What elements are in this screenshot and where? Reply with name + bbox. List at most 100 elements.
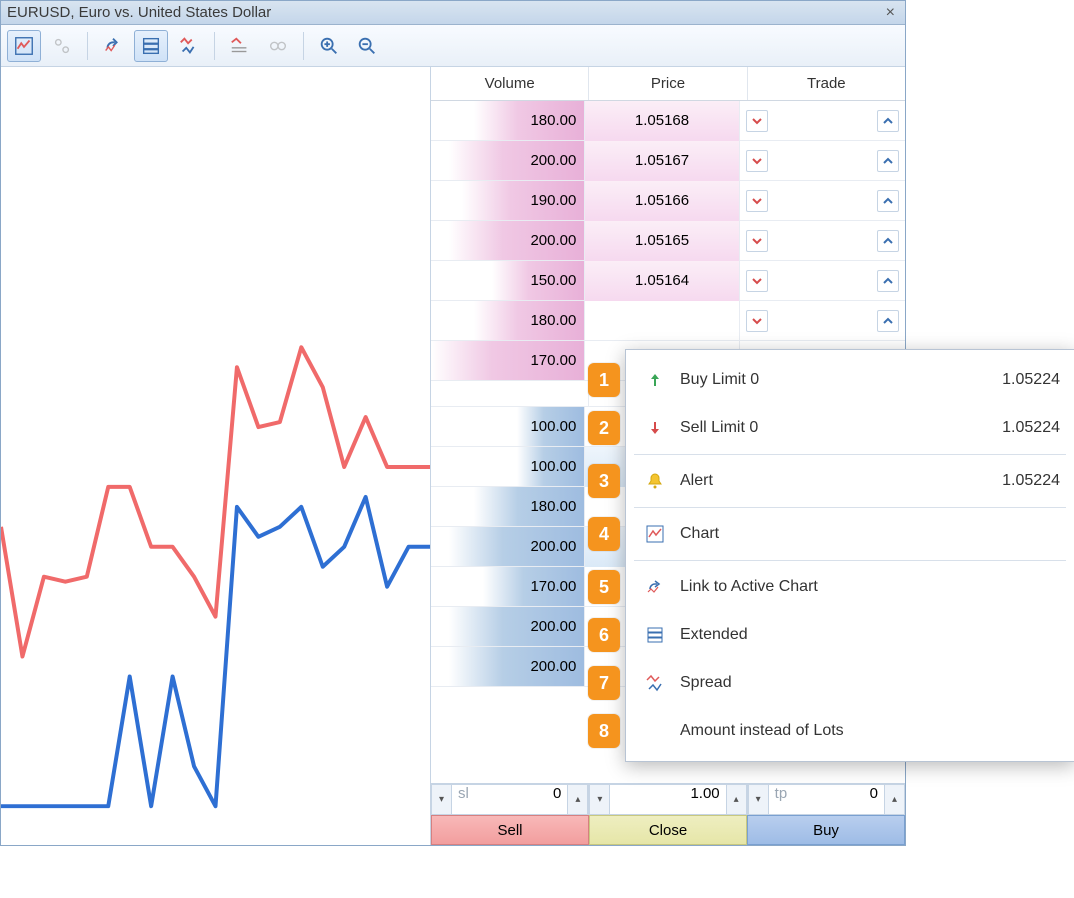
volume-bar: 200.00: [449, 607, 584, 646]
menu-label: Amount instead of Lots: [680, 722, 844, 740]
titlebar: EURUSD, Euro vs. United States Dollar ×: [1, 1, 905, 25]
menu-item-spread[interactable]: 7Spread: [626, 659, 1074, 707]
chart-toggle-button[interactable]: [7, 30, 41, 62]
link-icon: [642, 574, 668, 600]
dom-row[interactable]: 180.00: [431, 301, 905, 341]
buy-button[interactable]: Buy: [747, 815, 905, 845]
volume-bar: 150.00: [492, 261, 584, 300]
menu-label: Buy Limit 0: [680, 371, 759, 389]
zoom-out-button[interactable]: [350, 30, 384, 62]
volume-bar: 200.00: [449, 221, 584, 260]
volume-bar: 190.00: [462, 181, 585, 220]
vol-up[interactable]: ▴: [727, 784, 747, 815]
menu-item-sell-limit-0[interactable]: 2Sell Limit 01.05224: [626, 404, 1074, 452]
sell-arrow-button[interactable]: [746, 110, 768, 132]
toolbar-separator: [87, 32, 88, 60]
dom-row[interactable]: 190.001.05166: [431, 181, 905, 221]
sell-button[interactable]: Sell: [431, 815, 589, 845]
menu-item-buy-limit-0[interactable]: 1Buy Limit 01.05224: [626, 356, 1074, 404]
close-button[interactable]: ×: [882, 4, 899, 22]
dom-row[interactable]: 200.001.05165: [431, 221, 905, 261]
tick-chart-pane: [1, 67, 431, 845]
extended-button[interactable]: [134, 30, 168, 62]
menu-item-amount-instead-of-lots[interactable]: 8Amount instead of Lots: [626, 707, 1074, 755]
menu-label: Alert: [680, 472, 713, 490]
toolbar-separator: [303, 32, 304, 60]
menu-separator: [634, 507, 1066, 508]
dom-row[interactable]: 150.001.05164: [431, 261, 905, 301]
circles-button[interactable]: [261, 30, 295, 62]
volume-bar: 180.00: [474, 101, 584, 140]
buy-arrow-button[interactable]: [877, 190, 899, 212]
menu-item-chart[interactable]: 4Chart: [626, 510, 1074, 558]
volume-bar: 180.00: [474, 301, 584, 340]
buy-arrow-button[interactable]: [877, 310, 899, 332]
buy-arrow-button[interactable]: [877, 270, 899, 292]
col-trade: Trade: [748, 67, 905, 100]
volume-bar: 200.00: [449, 141, 584, 180]
menu-label: Spread: [680, 674, 732, 692]
dom-row[interactable]: 180.001.05168: [431, 101, 905, 141]
sell-arrow-button[interactable]: [746, 190, 768, 212]
price-cell: 1.05165: [585, 221, 738, 261]
price-cell: 1.05164: [585, 261, 738, 301]
spread-lines-button[interactable]: [223, 30, 257, 62]
ext-icon: [642, 622, 668, 648]
annotation-badge: 3: [588, 464, 620, 498]
volume-bar: 180.00: [474, 487, 584, 526]
trade-cell: [740, 221, 905, 260]
down-icon: [642, 415, 668, 441]
tp-input[interactable]: tp0: [768, 784, 885, 815]
volume-bar: 100.00: [517, 447, 584, 486]
vol-down[interactable]: ▾: [589, 784, 609, 815]
buy-arrow-button[interactable]: [877, 230, 899, 252]
toolbar-separator: [214, 32, 215, 60]
menu-label: Sell Limit 0: [680, 419, 758, 437]
buy-arrow-button[interactable]: [877, 150, 899, 172]
toolbar: [1, 25, 905, 67]
sl-down[interactable]: ▾: [431, 784, 451, 815]
menu-label: Chart: [680, 525, 719, 543]
link-chart-button[interactable]: [96, 30, 130, 62]
menu-item-link-to-active-chart[interactable]: 5Link to Active Chart: [626, 563, 1074, 611]
menu-price: 1.05224: [1002, 472, 1060, 490]
sell-arrow-button[interactable]: [746, 270, 768, 292]
sell-arrow-button[interactable]: [746, 150, 768, 172]
menu-label: Link to Active Chart: [680, 578, 818, 596]
context-menu: 1Buy Limit 01.052242Sell Limit 01.052243…: [625, 349, 1074, 762]
vol-input[interactable]: 1.00: [609, 784, 726, 815]
sell-arrow-button[interactable]: [746, 230, 768, 252]
up-icon: [642, 367, 668, 393]
trade-cell: [740, 301, 905, 340]
vol-group: ▾ 1.00 ▴: [589, 784, 747, 815]
annotation-badge: 4: [588, 517, 620, 551]
window-title: EURUSD, Euro vs. United States Dollar: [7, 4, 271, 21]
sell-arrow-button[interactable]: [746, 310, 768, 332]
menu-price: 1.05224: [1002, 371, 1060, 389]
dom-window: EURUSD, Euro vs. United States Dollar ×: [0, 0, 906, 846]
price-cell: 1.05167: [585, 141, 738, 181]
menu-price: 1.05224: [1002, 419, 1060, 437]
tp-down[interactable]: ▾: [748, 784, 768, 815]
menu-item-extended[interactable]: 6Extended: [626, 611, 1074, 659]
trade-cell: [740, 101, 905, 140]
volume-bar: 170.00: [483, 567, 584, 606]
annotation-badge: 2: [588, 411, 620, 445]
menu-label: Extended: [680, 626, 748, 644]
trade-cell: [740, 261, 905, 300]
menu-item-alert[interactable]: 3Alert1.05224: [626, 457, 1074, 505]
chart-icon: [642, 521, 668, 547]
buy-arrow-button[interactable]: [877, 110, 899, 132]
menu-separator: [634, 560, 1066, 561]
zoom-in-button[interactable]: [312, 30, 346, 62]
annotation-badge: 5: [588, 570, 620, 604]
close-button-trade[interactable]: Close: [589, 815, 747, 845]
volume-bar: 200.00: [449, 647, 584, 686]
dom-row[interactable]: 200.001.05167: [431, 141, 905, 181]
sl-up[interactable]: ▴: [568, 784, 588, 815]
tp-up[interactable]: ▴: [885, 784, 905, 815]
footer-inputs: ▾ sl0 ▴ ▾ 1.00 ▴ ▾ tp0 ▴: [431, 783, 905, 815]
sl-input[interactable]: sl0: [451, 784, 568, 815]
spread-button[interactable]: [172, 30, 206, 62]
crosshair-button[interactable]: [45, 30, 79, 62]
